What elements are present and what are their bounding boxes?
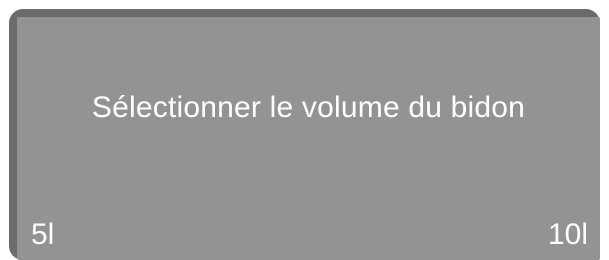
lcd-screen: Sélectionner le volume du bidon 5l 10l <box>17 17 600 260</box>
option-5l[interactable]: 5l <box>31 217 54 253</box>
prompt-text: Sélectionner le volume du bidon <box>91 91 526 124</box>
option-10l[interactable]: 10l <box>548 217 588 253</box>
